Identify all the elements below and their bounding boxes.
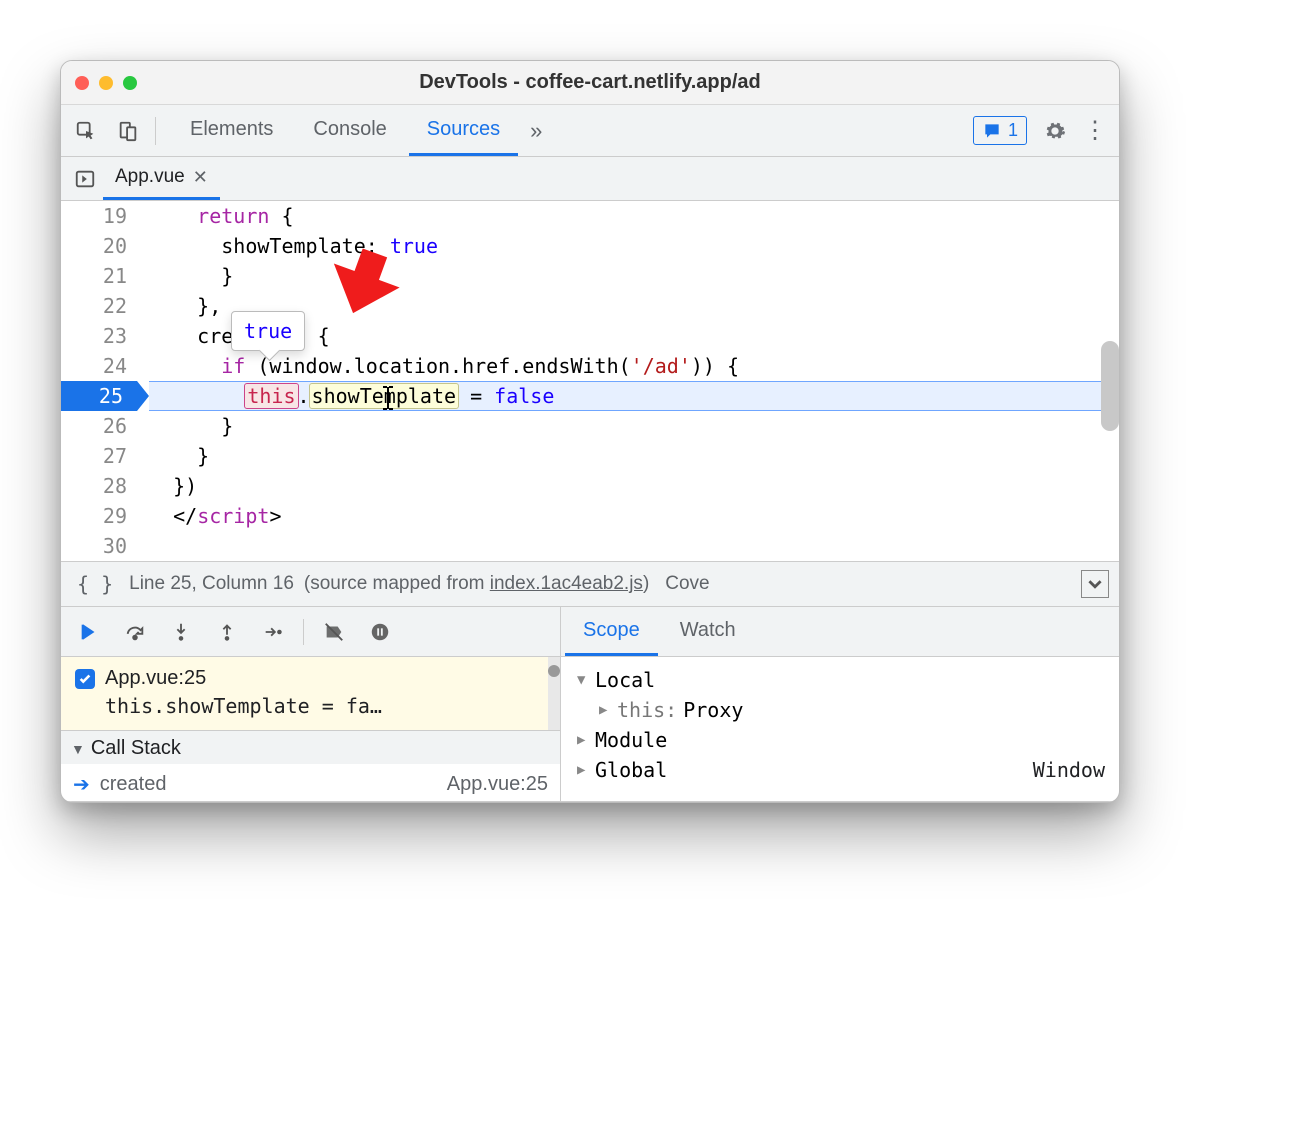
settings-icon[interactable] [1035,120,1075,142]
tab-sources[interactable]: Sources [409,105,518,156]
code-editor[interactable]: 192021 222324 25 262728 2930 return { sh… [61,201,1119,561]
hover-value-tooltip: true [231,311,305,351]
scope-global[interactable]: ▶ Global Window [571,755,1115,785]
breakpoint-snippet: this.showTemplate = fa… [75,690,495,718]
debugger-toolbar [61,607,560,657]
cursor-position: Line 25, Column 16 [129,573,294,595]
scope-module[interactable]: ▶ Module [571,725,1115,755]
text-cursor-icon [381,385,395,420]
coverage-label-truncated: Cove [665,573,709,595]
tab-console[interactable]: Console [295,105,404,156]
tab-elements[interactable]: Elements [172,105,291,156]
line-number-gutter[interactable]: 192021 222324 25 262728 2930 [61,201,141,561]
issues-count: 1 [1008,120,1018,141]
source-map-link[interactable]: index.1ac4eab2.js [490,573,643,594]
deactivate-breakpoints-icon[interactable] [312,612,356,652]
tab-watch[interactable]: Watch [662,607,754,656]
main-toolbar: Elements Console Sources » 1 ⋮ [61,105,1119,157]
breakpoint-checkbox[interactable] [75,669,95,689]
window-controls [75,76,137,90]
pause-on-exceptions-icon[interactable] [358,612,402,652]
minimize-window-icon[interactable] [99,76,113,90]
titlebar: DevTools - coffee-cart.netlify.app/ad [61,61,1119,105]
debugger-left: App.vue:25 this.showTemplate = fa… ▼ Cal… [61,607,561,801]
devtools-window: DevTools - coffee-cart.netlify.app/ad El… [60,60,1120,803]
scope-local[interactable]: ▼ Local [571,665,1115,695]
step-icon[interactable] [251,612,295,652]
file-tab-app-vue[interactable]: App.vue ✕ [103,157,220,200]
separator [155,117,156,145]
window-title: DevTools - coffee-cart.netlify.app/ad [61,71,1119,94]
step-out-icon[interactable] [205,612,249,652]
step-into-icon[interactable] [159,612,203,652]
breakpoints-pane: App.vue:25 this.showTemplate = fa… [61,657,548,730]
coverage-dropdown-icon[interactable] [1081,570,1109,598]
chevron-down-icon: ▼ [577,672,595,688]
navigator-toggle-icon[interactable] [67,161,103,197]
chevron-right-icon: ▶ [577,732,595,748]
close-window-icon[interactable] [75,76,89,90]
debugger-right: Scope Watch ▼ Local ▶ this: Proxy ▶ Modu… [561,607,1119,801]
editor-status-bar: { } Line 25, Column 16 (source mapped fr… [61,561,1119,607]
annotation-arrow-icon [319,243,409,331]
breakpoints-scrollbar[interactable] [548,657,560,730]
issues-badge[interactable]: 1 [973,116,1027,145]
scope-watch-tabs: Scope Watch [561,607,1119,657]
scope-tree: ▼ Local ▶ this: Proxy ▶ Module ▶ Global … [561,657,1119,797]
tab-scope[interactable]: Scope [565,607,658,656]
close-tab-icon[interactable]: ✕ [193,167,208,188]
chevron-right-icon: ▶ [577,762,595,778]
inspect-element-icon[interactable] [65,111,107,151]
chevron-down-icon: ▼ [71,741,85,757]
debugger-pane: App.vue:25 this.showTemplate = fa… ▼ Cal… [61,607,1119,802]
device-toggle-icon[interactable] [107,111,149,151]
callstack-frame[interactable]: ➔ created App.vue:25 [61,764,560,801]
breakpoint-location[interactable]: App.vue:25 [105,667,206,690]
callstack-header[interactable]: ▼ Call Stack [61,730,560,764]
file-tab-label: App.vue [115,166,185,188]
resume-icon[interactable] [67,612,111,652]
chevron-right-icon: ▶ [599,702,617,718]
scope-this[interactable]: ▶ this: Proxy [571,695,1115,725]
step-over-icon[interactable] [113,612,157,652]
more-tabs-icon[interactable]: » [522,105,550,156]
execution-line: this.showTemplate = false [149,381,1119,411]
source-map-info: (source mapped from index.1ac4eab2.js) [304,573,649,595]
current-frame-icon: ➔ [73,772,90,797]
editor-scrollbar[interactable] [1101,341,1119,431]
file-tab-bar: App.vue ✕ [61,157,1119,201]
pretty-print-icon[interactable]: { } [71,572,119,596]
breakpoint-marker[interactable]: 25 [61,381,137,411]
maximize-window-icon[interactable] [123,76,137,90]
kebab-menu-icon[interactable]: ⋮ [1075,116,1115,145]
code-content[interactable]: return { showTemplate: true } }, created… [141,201,1119,561]
panel-tabs: Elements Console Sources » [162,105,965,156]
